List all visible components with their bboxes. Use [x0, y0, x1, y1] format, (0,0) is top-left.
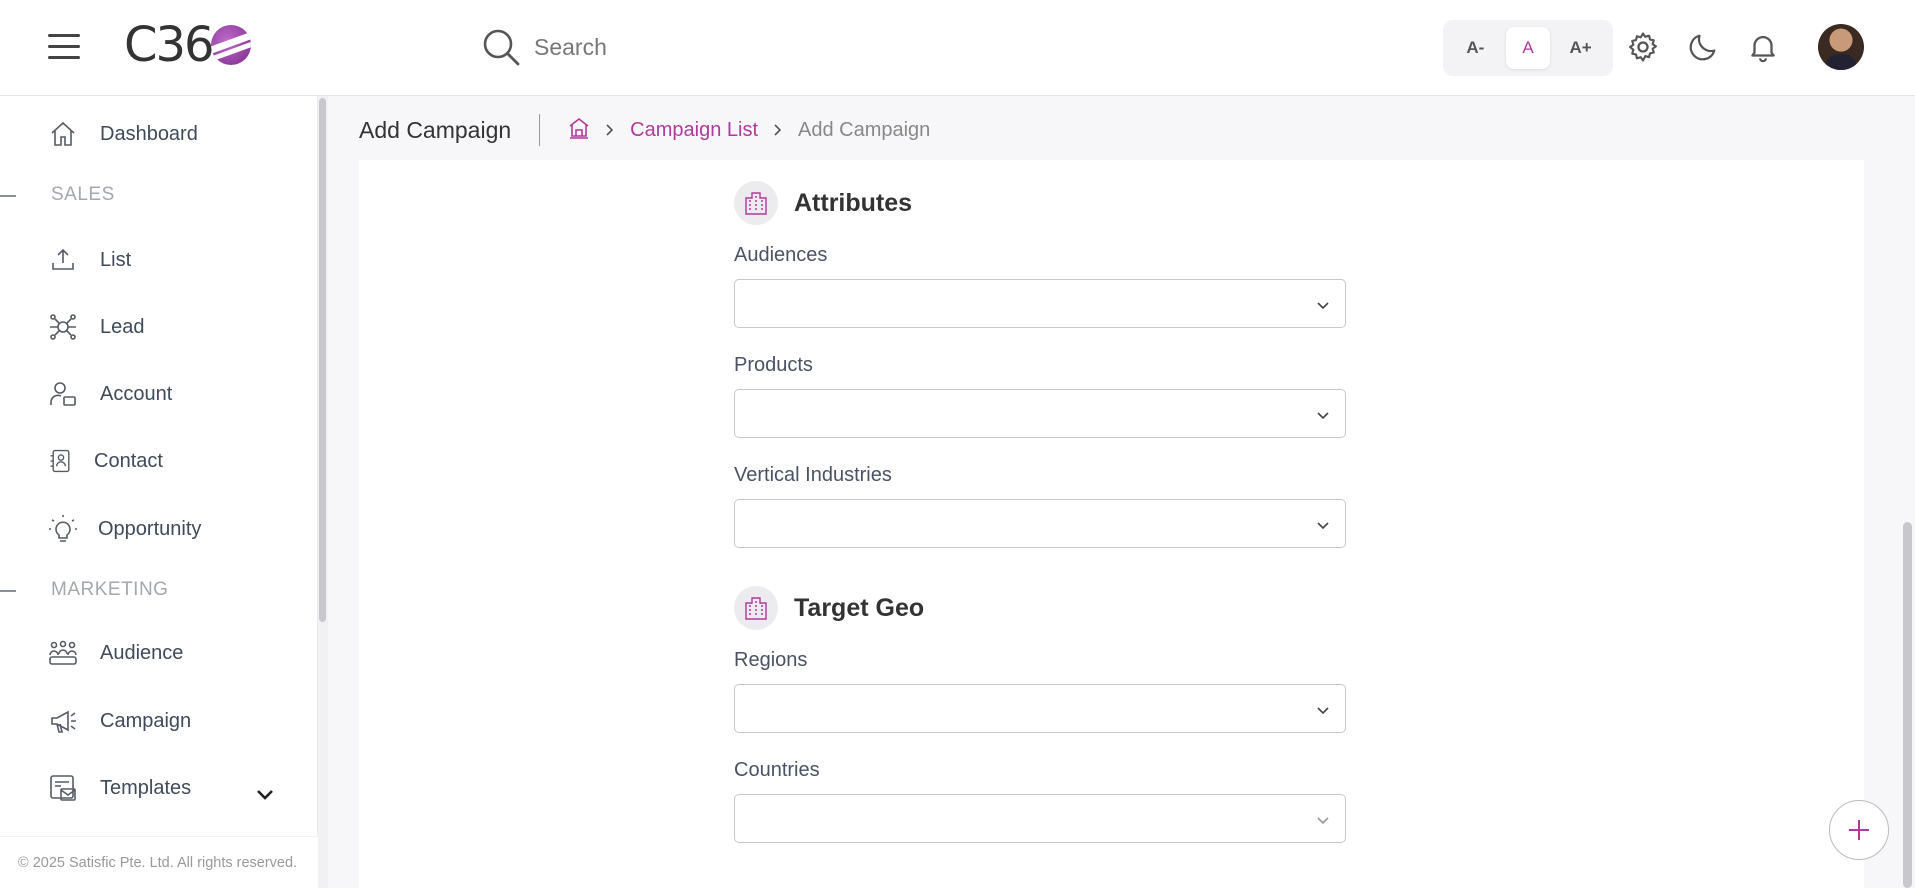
search-icon[interactable] — [480, 26, 522, 68]
sidebar-item-campaign[interactable]: Campaign — [48, 701, 191, 741]
chevron-right-icon — [774, 124, 782, 136]
sidebar-item-account[interactable]: Account — [48, 374, 172, 414]
chevron-down-icon — [1317, 817, 1329, 825]
sidebar-item-label: Account — [100, 382, 173, 405]
bell-icon[interactable] — [1746, 30, 1780, 64]
lightbulb-icon — [49, 515, 77, 542]
search-input[interactable] — [534, 33, 934, 61]
font-normal-button[interactable]: A — [1505, 27, 1550, 69]
page-title: Add Campaign — [359, 116, 512, 143]
account-icon — [50, 382, 76, 406]
plus-icon — [1849, 820, 1869, 840]
sidebar-item-lead[interactable]: Lead — [48, 307, 145, 347]
building-icon — [734, 181, 778, 225]
logo[interactable]: C36 — [124, 17, 251, 73]
section-dash — [0, 590, 16, 592]
home-icon — [569, 117, 589, 139]
section-label-marketing: MARKETING — [51, 579, 169, 600]
countries-label: Countries — [734, 759, 820, 781]
breadcrumb-campaign-list[interactable]: Campaign List — [630, 119, 758, 142]
chevron-down-icon — [1317, 522, 1329, 530]
vertical-industries-select[interactable] — [734, 499, 1346, 548]
section-dash — [0, 195, 16, 197]
logo-text: C36 — [124, 17, 215, 73]
font-decrease-button[interactable]: A- — [1453, 27, 1497, 69]
sidebar-item-label: Templates — [100, 776, 192, 799]
vertical-industries-label: Vertical Industries — [734, 464, 892, 486]
page-header: Add Campaign Campaign List Add Campaign — [359, 110, 930, 150]
building-icon — [734, 586, 778, 630]
sidebar-item-dashboard[interactable]: Dashboard — [48, 114, 198, 154]
gear-icon[interactable] — [1626, 30, 1660, 64]
add-button[interactable] — [1829, 800, 1889, 860]
section-title: Attributes — [794, 188, 913, 217]
chevron-down-icon[interactable] — [254, 783, 276, 805]
audiences-label: Audiences — [734, 244, 828, 266]
sidebar-item-opportunity[interactable]: Opportunity — [48, 509, 201, 549]
search-bar — [480, 26, 934, 68]
sidebar-item-label: Audience — [100, 641, 184, 664]
sidebar-item-label: Contact — [94, 449, 163, 472]
font-size-control: A- A A+ — [1443, 20, 1613, 76]
chevron-down-icon — [1317, 302, 1329, 310]
regions-select[interactable] — [734, 684, 1346, 733]
products-label: Products — [734, 354, 813, 376]
top-header: C36 A- A A+ — [0, 0, 1915, 96]
template-icon — [50, 775, 76, 801]
contact-icon — [50, 449, 70, 473]
moon-icon[interactable] — [1686, 30, 1720, 64]
group-icon — [49, 640, 77, 665]
page-scrollbar[interactable] — [1900, 96, 1915, 888]
sidebar-item-list[interactable]: List — [48, 240, 131, 280]
sidebar: Dashboard SALES List Lead Account Contac… — [0, 96, 318, 888]
network-icon — [50, 314, 76, 340]
breadcrumb-home[interactable] — [568, 117, 590, 144]
menu-icon[interactable] — [48, 34, 80, 60]
home-icon — [51, 121, 75, 146]
products-select[interactable] — [734, 389, 1346, 438]
upload-icon — [52, 248, 74, 270]
sidebar-item-label: Lead — [100, 315, 145, 338]
attributes-section-header: Attributes — [734, 180, 912, 226]
avatar[interactable] — [1818, 24, 1864, 70]
target-geo-section-header: Target Geo — [734, 585, 924, 631]
section-title: Target Geo — [794, 593, 925, 622]
sidebar-item-label: Opportunity — [98, 517, 202, 540]
sidebar-item-label: List — [100, 248, 132, 271]
countries-select[interactable] — [734, 794, 1346, 843]
sidebar-item-templates[interactable]: Templates — [48, 768, 191, 808]
breadcrumb-current: Add Campaign — [798, 118, 931, 141]
font-increase-button[interactable]: A+ — [1559, 27, 1603, 69]
chevron-down-icon — [1317, 412, 1329, 420]
sidebar-item-label: Dashboard — [100, 122, 198, 145]
copyright-footer: © 2025 Satisfic Pte. Ltd. All rights res… — [0, 836, 318, 888]
regions-label: Regions — [734, 649, 808, 671]
divider — [539, 114, 541, 146]
section-label-sales: SALES — [51, 184, 115, 205]
megaphone-icon — [51, 710, 76, 733]
sidebar-item-contact[interactable]: Contact — [48, 441, 163, 481]
chevron-down-icon — [1317, 707, 1329, 715]
sidebar-item-audience[interactable]: Audience — [48, 633, 183, 673]
logo-globe-icon — [210, 25, 251, 65]
sidebar-item-label: Campaign — [100, 709, 192, 732]
audiences-select[interactable] — [734, 279, 1346, 328]
sidebar-scrollbar[interactable] — [318, 96, 328, 888]
chevron-right-icon — [606, 124, 614, 136]
